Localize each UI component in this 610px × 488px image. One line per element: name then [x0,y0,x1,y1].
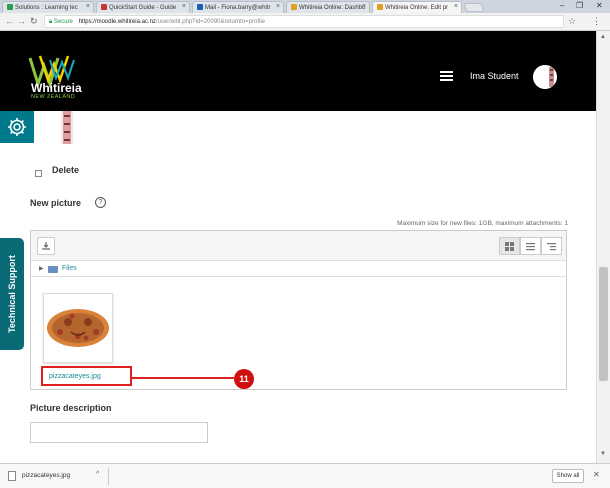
download-button[interactable] [37,237,55,255]
technical-support-label: Technical Support [7,255,17,333]
menu-icon[interactable]: ⋮ [592,16,601,27]
favicon-icon [291,4,297,10]
browser-tab-4[interactable]: Whitireia Online: Dashbo × [286,1,370,13]
download-icon [42,242,50,250]
file-icon [8,471,16,481]
technical-support-tab[interactable]: Technical Support [0,238,24,350]
favicon-icon [377,4,383,10]
folder-icon [48,266,58,273]
download-item-name[interactable]: pizzacateyes.jpg [22,472,70,479]
browser-tab-1[interactable]: Solutions : Learning tec × [2,1,94,13]
pizza-cat-image [44,294,112,362]
file-path-bar: ▶ Files [31,261,566,277]
browser-tab-3[interactable]: Mail - Fiona.barry@whitr × [192,1,284,13]
close-icon[interactable]: × [182,3,186,10]
tab-label: Whitireia Online: Dashbo [299,5,366,11]
forward-icon[interactable]: → [17,16,26,26]
callout-step-badge: 11 [234,369,254,389]
scroll-down-icon[interactable]: ▼ [600,451,606,457]
download-bar: pizzacateyes.jpg ^ Show all ✕ [0,463,610,488]
avatar-image [533,65,557,89]
picture-description-input[interactable] [30,422,208,443]
star-icon[interactable]: ☆ [568,16,576,27]
logo-subtext: NEW ZEALAND [31,94,76,100]
page-root: Solutions : Learning tec × QuickStart Gui… [0,0,610,488]
tab-label: Whitireia Online: Edit pr [385,5,449,11]
close-icon[interactable]: × [454,3,458,10]
file-manager-toolbar [31,231,566,261]
divider [108,468,109,485]
list-icon [526,243,535,251]
file-thumbnail[interactable] [43,293,113,363]
favicon-icon [197,4,203,10]
tab-label: Solutions : Learning tec [15,5,78,11]
max-size-text: Maximum size for new files: 1GB, maximum… [397,220,568,227]
settings-button[interactable] [0,111,34,143]
avatar[interactable] [533,65,557,89]
close-icon[interactable]: × [276,3,280,10]
maximize-icon[interactable]: ❐ [576,1,583,10]
picture-description-label: Picture description [30,403,112,413]
new-picture-label: New picture [30,198,82,208]
browser-tab-strip: Solutions : Learning tec × QuickStart Gui… [0,0,610,13]
url-host: https://moodle.whitireia.ac.nz [78,19,156,25]
page-scrollbar[interactable]: ▲ ▼ [596,31,610,463]
scroll-up-icon[interactable]: ▲ [600,34,606,40]
minimize-icon[interactable]: – [560,1,564,10]
chevron-up-icon[interactable]: ^ [96,471,99,478]
grid-icon [505,242,514,251]
callout-line [132,377,234,379]
callout-highlight-box [41,366,132,386]
lock-icon: 🔒︎ [49,19,53,25]
folder-files-link[interactable]: Files [62,265,77,272]
hamburger-menu-icon[interactable] [440,71,453,83]
url-input[interactable]: 🔒︎ Secure https://moodle.whitireia.ac.nz… [44,15,564,28]
tab-label: Mail - Fiona.barry@whitr [205,5,271,11]
expand-arrow-icon[interactable]: ▶ [39,265,44,272]
delete-label: Delete [52,165,80,175]
scroll-thumb[interactable] [599,267,608,381]
tree-icon [547,243,556,251]
back-icon[interactable]: ← [5,16,14,26]
browser-tab-5[interactable]: Whitireia Online: Edit pr × [372,1,462,13]
icon-view-button[interactable] [499,237,520,255]
favicon-icon [101,4,107,10]
current-picture [61,111,73,144]
tab-label: QuickStart Guide - Guide [109,5,177,11]
delete-checkbox[interactable] [35,170,42,177]
browser-tab-2[interactable]: QuickStart Guide - Guide × [96,1,190,13]
new-tab-button[interactable] [463,3,485,12]
url-path: /user/edit.php?id=20090&returnto=profile [155,19,266,25]
gear-icon [8,118,26,136]
help-icon[interactable]: ? [95,197,106,208]
site-header: Whitireia NEW ZEALAND Ima Student [0,31,596,111]
secure-label: Secure [53,19,73,25]
user-name[interactable]: Ima Student [470,71,519,81]
close-icon[interactable]: × [362,3,366,10]
favicon-icon [7,4,13,10]
close-icon[interactable]: × [86,3,90,10]
list-view-button[interactable] [520,237,541,255]
show-all-button[interactable]: Show all [552,469,584,483]
logo-text: Whitireia [31,81,82,95]
close-icon[interactable]: ✕ [593,470,600,479]
tree-view-button[interactable] [541,237,562,255]
reload-icon[interactable]: ↻ [30,16,38,27]
address-bar: ← → ↻ 🔒︎ Secure https://moodle.whitireia… [0,13,610,31]
window-close-icon[interactable]: ✕ [596,1,603,10]
